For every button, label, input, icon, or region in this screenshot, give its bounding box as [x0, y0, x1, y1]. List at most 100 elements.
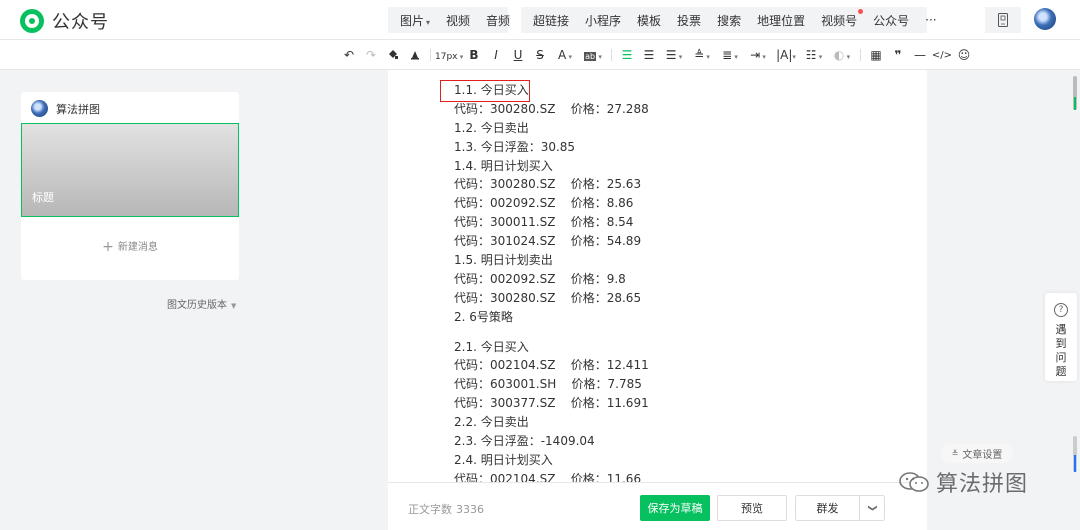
account-avatar [31, 100, 48, 117]
preview-button[interactable]: 预览 [717, 495, 787, 521]
chevron-down-icon: ▾ [426, 17, 431, 27]
format-painter-icon[interactable] [382, 48, 404, 63]
logo[interactable]: 公众号 [20, 8, 109, 34]
editor-line[interactable]: 1.5. 明日计划卖出 [454, 251, 894, 270]
wechat-mp-logo-icon [20, 9, 44, 33]
align-center-icon[interactable]: ☰ [638, 48, 660, 62]
editor-line[interactable]: 1.1. 今日买入 [454, 81, 894, 100]
editor-line[interactable]: 2.4. 明日计划买入 [454, 451, 894, 470]
code-icon[interactable]: </> [931, 50, 953, 61]
article-title: 标题 [32, 191, 54, 204]
list-icon[interactable]: ☷ ▾ [800, 48, 828, 62]
strikethrough-button[interactable]: S [529, 48, 551, 62]
watermark-text: 算法拼图 [936, 472, 1029, 497]
letter-spacing-icon[interactable]: |A|▾ [772, 48, 800, 62]
italic-button[interactable]: I [485, 48, 507, 62]
account-header: 算法拼图 [31, 100, 100, 117]
article-cover-item[interactable]: 标题 [21, 123, 239, 217]
word-count: 正文字数 3336 [408, 503, 484, 516]
double-chevron-down-icon: ≚ [951, 449, 959, 458]
menu-item-vote[interactable]: 投票 [669, 12, 709, 29]
editor-line[interactable]: 代码：002092.SZ 价格：8.86 [454, 194, 894, 213]
underline-button[interactable]: U [507, 48, 529, 62]
save-draft-button[interactable]: 保存为草稿 [640, 495, 710, 521]
article-history-dropdown[interactable]: 图文历史版本 ▼ [167, 296, 236, 311]
horizontal-rule-icon[interactable]: — [909, 48, 931, 62]
editor-line[interactable]: 代码：301024.SZ 价格：54.89 [454, 232, 894, 251]
toolbar-divider [611, 49, 612, 61]
editor-line[interactable]: 1.2. 今日卖出 [454, 119, 894, 138]
bold-button[interactable]: B [463, 48, 485, 62]
menu-item-location[interactable]: 地理位置 [749, 12, 813, 29]
logo-text: 公众号 [52, 12, 109, 33]
notification-dot [858, 8, 864, 14]
editor-line[interactable]: 1.4. 明日计划买入 [454, 157, 894, 176]
editor-line[interactable]: 2.1. 今日买入 [454, 338, 894, 357]
menu-item-official-account[interactable]: 公众号 [865, 12, 917, 29]
clear-format-icon[interactable] [404, 48, 426, 63]
editor-line[interactable]: 代码：002104.SZ 价格：12.411 [454, 356, 894, 375]
format-toolbar: ↶ ↷ 17px ▾ B I U S A ▾ ab ▾ ☰ ☰ ☰ ▾ ≜ ▾ … [0, 40, 1080, 70]
toolbar-divider [860, 49, 861, 61]
editor-line[interactable]: 代码：300011.SZ 价格：8.54 [454, 213, 894, 232]
menu-item-channels[interactable]: 视频号 [813, 8, 865, 29]
menu-item-template[interactable]: 模板 [629, 12, 669, 29]
watermark: 算法拼图 [898, 466, 1028, 498]
article-settings-button[interactable]: ≚ 文章设置 [941, 444, 1013, 463]
chevron-down-icon: ▼ [231, 302, 237, 310]
mass-send-button[interactable]: 群发 [795, 495, 859, 521]
phone-icon [998, 13, 1008, 27]
scroll-marker-blue [1074, 455, 1076, 472]
editor-line[interactable]: 2.3. 今日浮盈：-1409.04 [454, 432, 894, 451]
account-name: 算法拼图 [56, 102, 100, 116]
editor-line[interactable]: 2.2. 今日卖出 [454, 413, 894, 432]
editor-line[interactable]: 代码：300280.SZ 价格：27.288 [454, 100, 894, 119]
user-avatar[interactable] [1034, 8, 1056, 30]
menu-item-more[interactable]: ··· [917, 13, 944, 27]
indent-icon[interactable]: ⇥ ▾ [744, 48, 772, 62]
align-left-icon[interactable]: ☰ [616, 48, 638, 62]
editor-line[interactable]: 代码：002092.SZ 价格：9.8 [454, 270, 894, 289]
menu-item-hyperlink[interactable]: 超链接 [525, 12, 577, 29]
new-message-button[interactable]: + 新建消息 [21, 238, 239, 255]
menu-item-audio[interactable]: 音频 [478, 12, 518, 29]
media-insert-menu: 图片 ▾ 视频 音频 [388, 7, 510, 33]
vertical-align-icon[interactable]: ≜ ▾ [688, 48, 716, 62]
chevron-down-icon: ❯ [866, 504, 877, 512]
bottom-action-bar: 正文字数 3336 保存为草稿 预览 群发 ❯ [388, 482, 927, 530]
article-list-card: 算法拼图 标题 + 新建消息 [21, 92, 239, 280]
scroll-marker [1074, 97, 1076, 110]
menu-item-image[interactable]: 图片 ▾ [392, 12, 438, 29]
redo-icon[interactable]: ↷ [360, 48, 382, 62]
editor-canvas[interactable]: 1.1. 今日买入 代码：300280.SZ 价格：27.288 1.2. 今日卖出… [388, 70, 927, 530]
menu-item-search[interactable]: 搜索 [709, 12, 749, 29]
editor-line[interactable]: 代码：603001.SH 价格：7.785 [454, 375, 894, 394]
editor-line[interactable] [454, 327, 894, 338]
editor-line[interactable]: 2. 6号策略 [454, 308, 894, 327]
mass-send-dropdown[interactable]: ❯ [859, 495, 885, 521]
table-icon[interactable]: ▦ [865, 48, 887, 62]
top-bar: 公众号 图片 ▾ 视频 音频 超链接 小程序 模板 投票 搜索 地理位置 视频号 … [0, 0, 1080, 40]
wechat-icon [899, 472, 929, 492]
font-color-button[interactable]: A ▾ [551, 48, 579, 62]
mobile-preview-button[interactable] [985, 7, 1021, 33]
editor-line[interactable]: 代码：300280.SZ 价格：25.63 [454, 175, 894, 194]
menu-item-video[interactable]: 视频 [438, 12, 478, 29]
editor-line[interactable]: 代码：300377.SZ 价格：11.691 [454, 394, 894, 413]
editor-line[interactable]: 1.3. 今日浮盈：30.85 [454, 138, 894, 157]
extra-insert-menu: 超链接 小程序 模板 投票 搜索 地理位置 视频号 公众号 ··· [521, 7, 937, 33]
editor-line[interactable]: 代码：300280.SZ 价格：28.65 [454, 289, 894, 308]
menu-item-mini-program[interactable]: 小程序 [577, 12, 629, 29]
undo-icon[interactable]: ↶ [338, 48, 360, 62]
highlight-color-button[interactable]: ab ▾ [579, 48, 607, 62]
help-panel[interactable]: ? 遇到问题 [1045, 293, 1077, 381]
quote-icon[interactable]: ❞ [887, 48, 909, 62]
emoji-icon[interactable]: ☺ [953, 48, 975, 62]
align-justify-icon[interactable]: ☰ ▾ [660, 48, 688, 62]
editor-content[interactable]: 1.1. 今日买入 代码：300280.SZ 价格：27.288 1.2. 今日卖出… [454, 81, 894, 489]
line-height-icon[interactable]: ≣ ▾ [716, 48, 744, 62]
toolbar-divider [430, 49, 431, 61]
plus-icon: + [102, 239, 114, 255]
toggle-icon[interactable]: ◐ ▾ [828, 48, 856, 62]
font-size-select[interactable]: 17px ▾ [435, 48, 463, 62]
